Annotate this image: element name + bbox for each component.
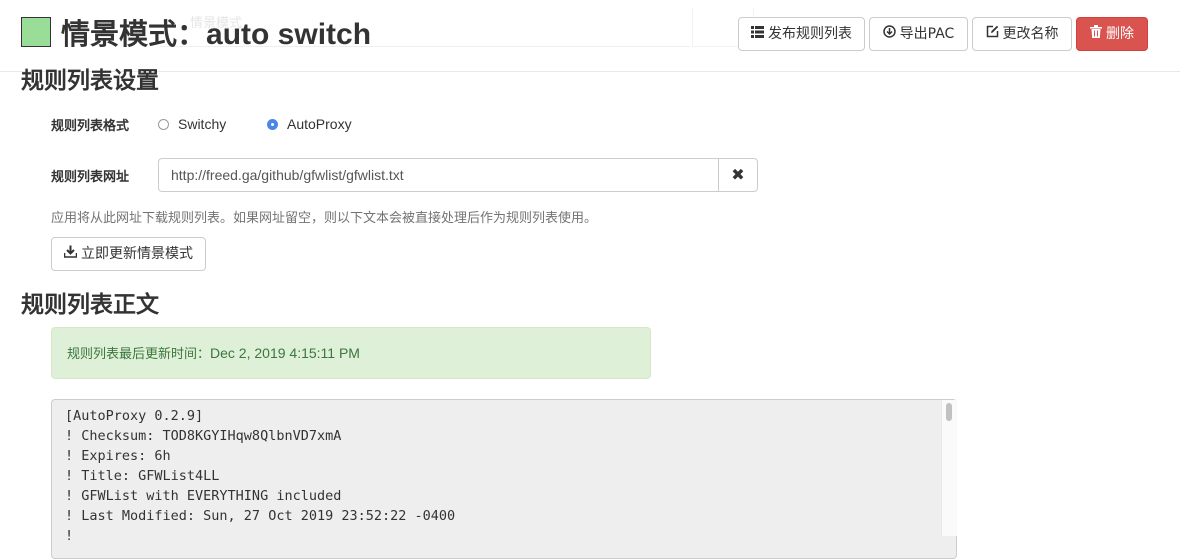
rule-line: ! Title: GFWList4LL [65,468,220,484]
clear-url-button[interactable]: ✖ [718,158,758,192]
trash-icon [1090,18,1102,50]
last-updated-time: Dec 2, 2019 4:15:11 PM [210,345,360,361]
download-icon [63,238,78,270]
rule-line: ! Last Modified: Sun, 27 Oct 2019 23:52:… [65,508,456,524]
rename-button[interactable]: 更改名称 [972,17,1072,51]
rename-label: 更改名称 [1002,26,1059,42]
radio-autoproxy-label: AutoProxy [287,116,352,132]
radio-autoproxy[interactable] [267,118,278,130]
delete-button[interactable]: 删除 [1076,17,1148,51]
profile-name: auto switch [206,18,372,51]
last-updated-alert: 规则列表最后更新时间：Dec 2, 2019 4:15:11 PM [51,327,651,379]
format-option-autoproxy[interactable]: AutoProxy [267,114,352,134]
url-label: 规则列表网址 [51,170,130,185]
rule-list-lines: [AutoProxy 0.2.9] ! Checksum: TOD8KGYIHq… [65,406,956,546]
export-pac-button[interactable]: 导出PAC [869,17,968,51]
publish-rule-list-button[interactable]: 发布规则列表 [738,17,865,51]
title-prefix: 情景模式： [61,17,207,51]
profile-color-swatch[interactable] [21,17,51,47]
delete-label: 删除 [1106,26,1134,42]
rule-list-textarea[interactable]: [AutoProxy 0.2.9] ! Checksum: TOD8KGYIHq… [51,399,957,559]
textarea-scrollbar[interactable] [941,400,957,536]
format-option-switchy[interactable]: Switchy [158,114,226,134]
radio-switchy-label: Switchy [178,116,227,132]
radio-switchy[interactable] [158,118,169,130]
list-icon [751,18,764,50]
url-help-text: 应用将从此网址下载规则列表。如果网址留空，则以下文本会被直接处理后作为规则列表使… [51,211,598,226]
publish-label: 发布规则列表 [768,26,852,42]
rule-line: ! Expires: 6h [65,448,171,464]
edit-icon [986,18,999,50]
format-label: 规则列表格式 [51,119,130,134]
rule-line: ! GFWList with EVERYTHING included [65,488,342,504]
page-title: 情景模式：auto switch [61,12,371,56]
update-profile-label: 立即更新情景模式 [81,246,193,262]
scrollbar-thumb[interactable] [946,403,952,421]
last-updated-prefix: 规则列表最后更新时间： [67,347,211,362]
rule-list-settings-heading: 规则列表设置 [21,68,159,94]
download-circle-icon [882,18,896,50]
page-header: 情景模式：auto switch 发布规则列表 导出PAC 更改名称 删除 [0,0,1180,72]
rule-line: [AutoProxy 0.2.9] [65,408,204,424]
rule-list-url-input[interactable]: http://freed.ga/github/gfwlist/gfwlist.t… [158,158,719,192]
close-icon: ✖ [731,165,745,184]
rule-line: ! Checksum: TOD8KGYIHqw8QlbnVD7xmA [65,428,342,444]
rule-line: ! [65,528,74,544]
rule-list-content-heading: 规则列表正文 [21,292,159,318]
export-label: 导出PAC [899,26,955,42]
update-profile-button[interactable]: 立即更新情景模式 [51,237,206,271]
